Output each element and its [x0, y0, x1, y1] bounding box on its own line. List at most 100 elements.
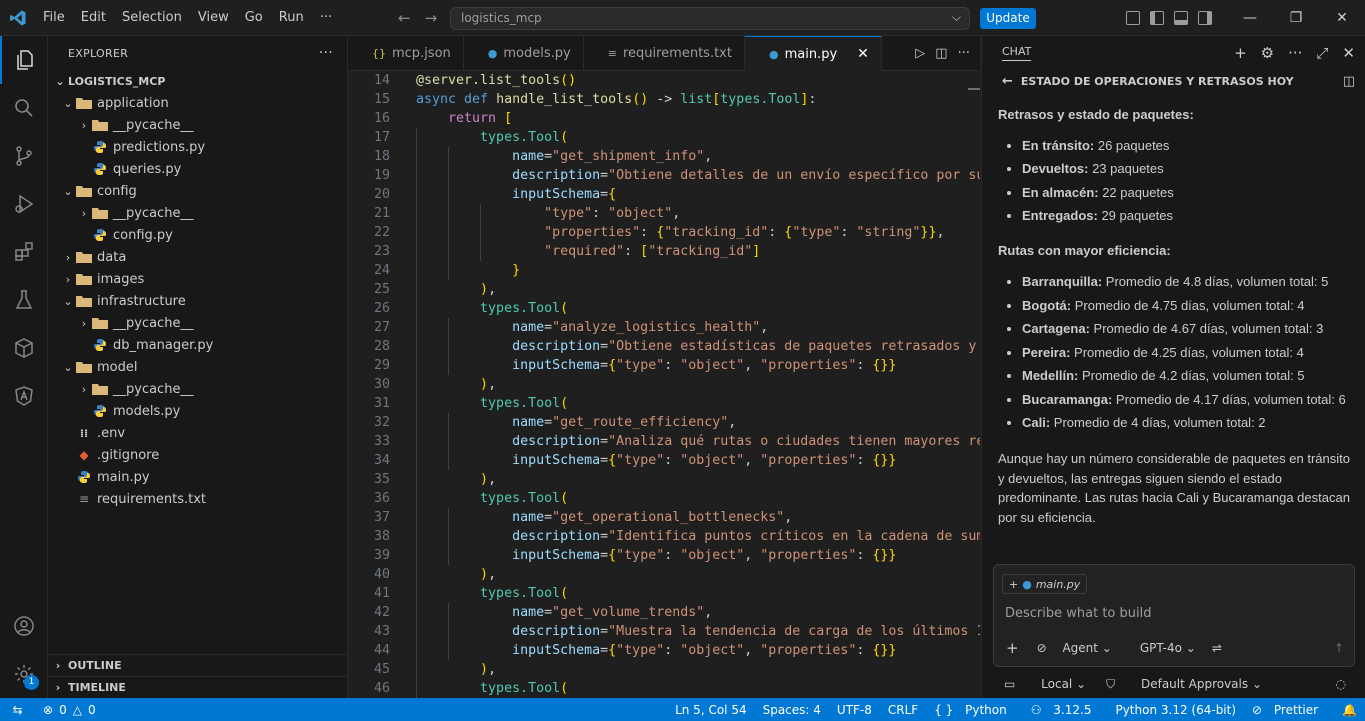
close-tab-icon[interactable]: ✕	[857, 46, 869, 62]
code-text: name="get_volume_trends",	[512, 605, 713, 620]
code-text: ),	[480, 567, 497, 582]
line-number: 27	[373, 320, 390, 335]
menu-item[interactable]: ···	[312, 0, 340, 36]
cursor-position[interactable]: Ln 5, Col 54	[667, 703, 755, 717]
code-line: 34 inputSchema={"type": "object", "prope…	[348, 451, 980, 470]
folder-item[interactable]: ⌄ infrastructure	[48, 290, 348, 312]
file-item[interactable]: config.py	[48, 224, 348, 246]
location-picker[interactable]: ▭ Local ⌄	[1004, 677, 1086, 691]
chat-input-placeholder[interactable]: Describe what to build	[1005, 606, 1152, 621]
code-line: 22 "properties": {"tracking_id": {"type"…	[348, 223, 980, 242]
toggle-primary-sidebar-icon[interactable]	[1150, 11, 1164, 25]
tab-models-py[interactable]: ● models.py	[464, 36, 584, 71]
extensions-icon[interactable]	[0, 228, 48, 276]
text-file-icon: ≡	[607, 47, 617, 60]
toggle-panel-icon[interactable]	[1174, 11, 1188, 25]
line-ending[interactable]: CRLF	[880, 703, 926, 717]
outline-section[interactable]: › OUTLINE	[48, 654, 348, 676]
workspace-root[interactable]: ⌄ LOGISTICS_MCP	[48, 70, 348, 92]
chat-input-box[interactable]: + ● main.py Describe what to build + ⊘ A…	[993, 564, 1355, 667]
minimize-icon[interactable]: —	[1227, 0, 1273, 36]
folder-item[interactable]: ⌄ application	[48, 92, 348, 114]
toggle-secondary-sidebar-icon[interactable]	[1198, 11, 1212, 25]
remote-indicator-icon[interactable]: ⇆	[0, 698, 35, 721]
more-editor-actions-icon[interactable]: ···	[958, 46, 970, 61]
code-text: description="Obtiene detalles de un enví…	[512, 168, 980, 183]
encoding[interactable]: UTF-8	[829, 703, 880, 717]
command-center-search[interactable]: logistics_mcp ⌵	[450, 7, 970, 30]
folder-item[interactable]: › __pycache__	[48, 312, 348, 334]
file-item[interactable]: ≡ requirements.txt	[48, 488, 348, 510]
folder-item[interactable]: › images	[48, 268, 348, 290]
code-line: 41 types.Tool(	[348, 584, 980, 603]
code-text: types.Tool(	[480, 396, 569, 411]
file-item[interactable]: ◆ .gitignore	[48, 444, 348, 466]
copilot-icon[interactable]: ⌵	[952, 10, 961, 25]
more-actions-icon[interactable]: ···	[319, 45, 333, 61]
menu-item[interactable]: Selection	[114, 0, 190, 36]
back-arrow-icon[interactable]: ←	[1002, 74, 1013, 89]
file-item[interactable]: predictions.py	[48, 136, 348, 158]
file-item[interactable]: db_manager.py	[48, 334, 348, 356]
problems-indicator[interactable]: ⊗ 0 △ 0	[43, 703, 96, 717]
search-icon[interactable]	[0, 84, 48, 132]
folder-item[interactable]: › __pycache__	[48, 202, 348, 224]
add-context-icon[interactable]: +	[1009, 578, 1018, 591]
file-item[interactable]: queries.py	[48, 158, 348, 180]
chat-settings-icon[interactable]: ⚙	[1261, 44, 1274, 62]
menu-item[interactable]: Run	[271, 0, 312, 36]
model-picker[interactable]: GPT-4o ⌄	[1128, 641, 1196, 655]
accounts-icon[interactable]	[0, 602, 48, 650]
indentation[interactable]: Spaces: 4	[755, 703, 829, 717]
notifications-icon[interactable]: 🔔	[1334, 703, 1365, 717]
maximize-icon[interactable]: ⤢	[1316, 44, 1328, 62]
more-chat-actions-icon[interactable]: ···	[1288, 44, 1302, 62]
new-chat-icon[interactable]: +	[1234, 44, 1247, 62]
send-icon[interactable]: ↑	[1334, 641, 1344, 655]
menu-item[interactable]: Go	[237, 0, 271, 36]
close-chat-icon[interactable]: ✕	[1342, 44, 1355, 62]
angular-icon[interactable]	[0, 372, 48, 420]
layout-customize-icon[interactable]	[1126, 11, 1140, 25]
restore-icon[interactable]: ❐	[1273, 0, 1319, 36]
folder-item[interactable]: › data	[48, 246, 348, 268]
back-arrow-icon[interactable]: ←	[398, 9, 411, 27]
prettier[interactable]: ⊘ Prettier	[1244, 703, 1334, 717]
split-editor-icon[interactable]: ◫	[935, 46, 947, 61]
update-button[interactable]: Update	[980, 8, 1036, 29]
close-window-icon[interactable]: ✕	[1319, 0, 1365, 36]
settings-gear-icon[interactable]: 1	[0, 650, 48, 698]
code-editor[interactable]: 14 @server.list_tools() 15 async def handle…	[348, 71, 980, 698]
attached-file-chip[interactable]: + ● main.py	[1002, 574, 1088, 594]
folder-item[interactable]: ⌄ config	[48, 180, 348, 202]
file-item[interactable]: ⁞⁞ .env	[48, 422, 348, 444]
timeline-section[interactable]: › TIMELINE	[48, 676, 348, 698]
folder-item[interactable]: ⌄ model	[48, 356, 348, 378]
menu-item[interactable]: View	[190, 0, 237, 36]
tab-mcp-json[interactable]: {} mcp.json	[348, 36, 464, 71]
folder-item[interactable]: › __pycache__	[48, 378, 348, 400]
language-mode[interactable]: { } Python	[926, 703, 1023, 717]
tab-requirements-txt[interactable]: ≡ requirements.txt	[584, 36, 745, 71]
toggle-sidebar-icon[interactable]: ◫	[1343, 74, 1355, 89]
run-debug-icon[interactable]	[0, 180, 48, 228]
run-icon[interactable]: ▷	[915, 46, 925, 61]
testing-icon[interactable]	[0, 276, 48, 324]
interpreter[interactable]: Python 3.12 (64-bit)	[1107, 703, 1244, 717]
mode-picker[interactable]: ⊘ Agent ⌄	[1037, 641, 1112, 655]
file-item[interactable]: models.py	[48, 400, 348, 422]
python-version[interactable]: ⚇ 3.12.5	[1023, 703, 1108, 717]
folder-item[interactable]: › __pycache__	[48, 114, 348, 136]
menu-item[interactable]: Edit	[73, 0, 114, 36]
add-icon[interactable]: +	[1006, 639, 1019, 657]
tab-main-py[interactable]: ● main.py ✕	[744, 36, 882, 71]
containers-icon[interactable]	[0, 324, 48, 372]
forward-arrow-icon[interactable]: →	[425, 9, 438, 27]
source-control-icon[interactable]	[0, 132, 48, 180]
file-item[interactable]: main.py	[48, 466, 348, 488]
menu-item[interactable]: File	[35, 0, 73, 36]
approvals-picker[interactable]: ⛉ Default Approvals ⌄	[1106, 677, 1262, 692]
tools-icon[interactable]: ⇌	[1212, 641, 1222, 655]
explorer-icon[interactable]	[0, 36, 48, 84]
item-key: Devueltos:	[1022, 161, 1089, 177]
